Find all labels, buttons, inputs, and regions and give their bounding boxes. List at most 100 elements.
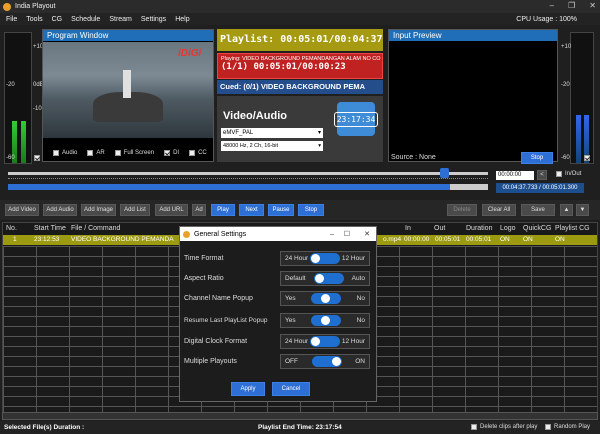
- left-meter-checkbox[interactable]: [34, 155, 40, 161]
- time-format-toggle[interactable]: 24 Hour 12 Hour: [280, 251, 370, 266]
- right-scale-tick: -60: [561, 155, 570, 161]
- ar-checkbox[interactable]: AR: [87, 150, 105, 156]
- video-format-select[interactable]: eMVF_PAL ▾: [221, 128, 323, 138]
- menu-stream[interactable]: Stream: [109, 16, 132, 23]
- apply-button[interactable]: Apply: [231, 382, 265, 396]
- right-audio-meter: [570, 32, 594, 164]
- clear-all-button[interactable]: Clear All: [482, 204, 516, 216]
- add-url-button[interactable]: Add URL: [155, 204, 188, 216]
- pause-button[interactable]: Pause: [268, 204, 294, 216]
- add-button[interactable]: Ad: [192, 204, 206, 216]
- program-window: Program Window iDiGi Audio AR Full Scree…: [42, 29, 214, 162]
- time-format-row: Time Format 24 Hour 12 Hour: [184, 251, 370, 266]
- fullscreen-checkbox[interactable]: Full Screen: [114, 150, 154, 156]
- add-list-button[interactable]: Add List: [120, 204, 150, 216]
- save-button[interactable]: Save: [521, 204, 555, 216]
- right-meter-bar-l: [576, 115, 581, 163]
- position-readout: 00:04:37.733 / 00:05:01.300: [496, 183, 584, 193]
- digital-clock-format-row: Digital Clock Format 24 Hour 12 Hour: [184, 334, 370, 349]
- resume-playlist-popup-row: Resume Last PlayList Popup Yes No: [184, 313, 370, 328]
- now-playing-counter: (1/1) 00:05:01/00:00:23: [221, 62, 346, 72]
- status-bar: Selected File(s) Duration : Playlist End…: [0, 421, 600, 434]
- audio-format-select[interactable]: 48000 Hz, 2 Ch, 16-bit ▾: [221, 141, 323, 151]
- di-checkbox[interactable]: DI: [164, 150, 179, 156]
- seek-track[interactable]: [8, 172, 488, 175]
- menu-cg[interactable]: CG: [52, 16, 63, 23]
- digital-clock: 23:17:34: [333, 102, 379, 136]
- col-no[interactable]: No.: [6, 225, 17, 232]
- col-in[interactable]: In: [405, 225, 411, 232]
- watermark-logo: iDiGi: [178, 48, 202, 59]
- toggle-switch: [311, 356, 342, 367]
- add-video-button[interactable]: Add Video: [5, 204, 39, 216]
- video-audio-title: Video/Audio: [223, 110, 287, 122]
- delete-clips-checkbox[interactable]: Delete clips after play: [471, 424, 537, 430]
- cc-checkbox[interactable]: CC: [189, 150, 207, 156]
- dialog-maximize-icon[interactable]: ☐: [344, 230, 350, 238]
- progress-fill: [8, 184, 450, 190]
- col-logo[interactable]: Logo: [500, 225, 516, 232]
- toggle-switch: [311, 315, 342, 326]
- right-meter-checkbox[interactable]: [584, 155, 590, 161]
- left-scale-tick: -60: [6, 155, 15, 161]
- add-image-button[interactable]: Add Image: [81, 204, 116, 216]
- channel-name-popup-row: Channel Name Popup Yes No: [184, 291, 370, 306]
- col-file[interactable]: File / Command: [71, 225, 120, 232]
- col-start-time[interactable]: Start Time: [34, 225, 66, 232]
- col-duration[interactable]: Duration: [466, 225, 492, 232]
- left-audio-meter: [4, 32, 32, 164]
- input-preview-title: Input Preview: [389, 30, 557, 41]
- toggle-switch: [313, 273, 344, 284]
- resume-playlist-popup-toggle[interactable]: Yes No: [280, 313, 370, 328]
- dialog-close-icon[interactable]: ✕: [364, 230, 370, 238]
- channel-name-popup-toggle[interactable]: Yes No: [280, 291, 370, 306]
- play-button[interactable]: Play: [211, 204, 235, 216]
- close-icon[interactable]: ✕: [589, 1, 596, 10]
- col-playlist-cg[interactable]: Playlist CG: [555, 225, 590, 232]
- add-audio-button[interactable]: Add Audio: [43, 204, 77, 216]
- playlist-time: Playlist: 00:05:01/00:04:37: [217, 29, 383, 51]
- dialog-title-bar: General Settings – ☐ ✕: [180, 227, 376, 241]
- playlist-end-time: Playlist End Time: 23:17:54: [258, 424, 342, 431]
- left-scale-tick: -20: [6, 82, 15, 88]
- next-button[interactable]: Next: [239, 204, 264, 216]
- timecode-input[interactable]: 00:00:00: [496, 171, 534, 180]
- dialog-title: General Settings: [194, 230, 247, 238]
- multiple-playouts-toggle[interactable]: OFF ON: [280, 354, 370, 369]
- seek-ticks: [8, 178, 488, 181]
- toggle-switch: [310, 253, 340, 264]
- aspect-ratio-toggle[interactable]: Default Auto: [280, 271, 370, 286]
- progress-track: [8, 184, 488, 190]
- menu-file[interactable]: File: [6, 16, 17, 23]
- menu-help[interactable]: Help: [175, 16, 189, 23]
- cancel-button[interactable]: Cancel: [272, 382, 310, 396]
- right-scale-tick: +10: [561, 44, 572, 50]
- dialog-minimize-icon[interactable]: –: [330, 231, 334, 238]
- col-out[interactable]: Out: [434, 225, 445, 232]
- inout-checkbox[interactable]: In/Out: [556, 171, 581, 177]
- video-audio-panel: Video/Audio eMVF_PAL ▾ 48000 Hz, 2 Ch, 16…: [217, 96, 383, 162]
- digital-clock-format-toggle[interactable]: 24 Hour 12 Hour: [280, 334, 370, 349]
- stop-button[interactable]: Stop: [298, 204, 324, 216]
- delete-button[interactable]: Delete: [447, 204, 477, 216]
- menu-schedule[interactable]: Schedule: [71, 16, 100, 23]
- multiple-playouts-row: Multiple Playouts OFF ON: [184, 354, 370, 369]
- program-window-title: Program Window: [43, 30, 213, 41]
- app-title: India Playout: [15, 3, 56, 10]
- move-down-icon[interactable]: ▼: [576, 204, 589, 216]
- horizontal-scrollbar[interactable]: [2, 412, 598, 420]
- menu-settings[interactable]: Settings: [141, 16, 166, 23]
- menu-tools[interactable]: Tools: [26, 16, 42, 23]
- move-up-icon[interactable]: ▲: [560, 204, 573, 216]
- audio-checkbox[interactable]: Audio: [53, 150, 77, 156]
- minimize-icon[interactable]: –: [550, 1, 554, 10]
- preview-stop-button[interactable]: Stop: [521, 152, 553, 164]
- cpu-usage: CPU Usage : 100%: [516, 15, 577, 23]
- cued-item: Cued: (0/1) VIDEO BACKGROUND PEMA: [217, 80, 383, 94]
- rewind-button[interactable]: <: [537, 170, 547, 180]
- now-playing-box: Playing: VIDEO BACKGROUND PEMANDANGAN AL…: [217, 53, 383, 79]
- seek-handle[interactable]: [440, 168, 449, 178]
- col-quickcg[interactable]: QuickCG: [523, 225, 551, 232]
- maximize-icon[interactable]: ❐: [568, 1, 575, 10]
- random-play-checkbox[interactable]: Random Play: [545, 424, 590, 430]
